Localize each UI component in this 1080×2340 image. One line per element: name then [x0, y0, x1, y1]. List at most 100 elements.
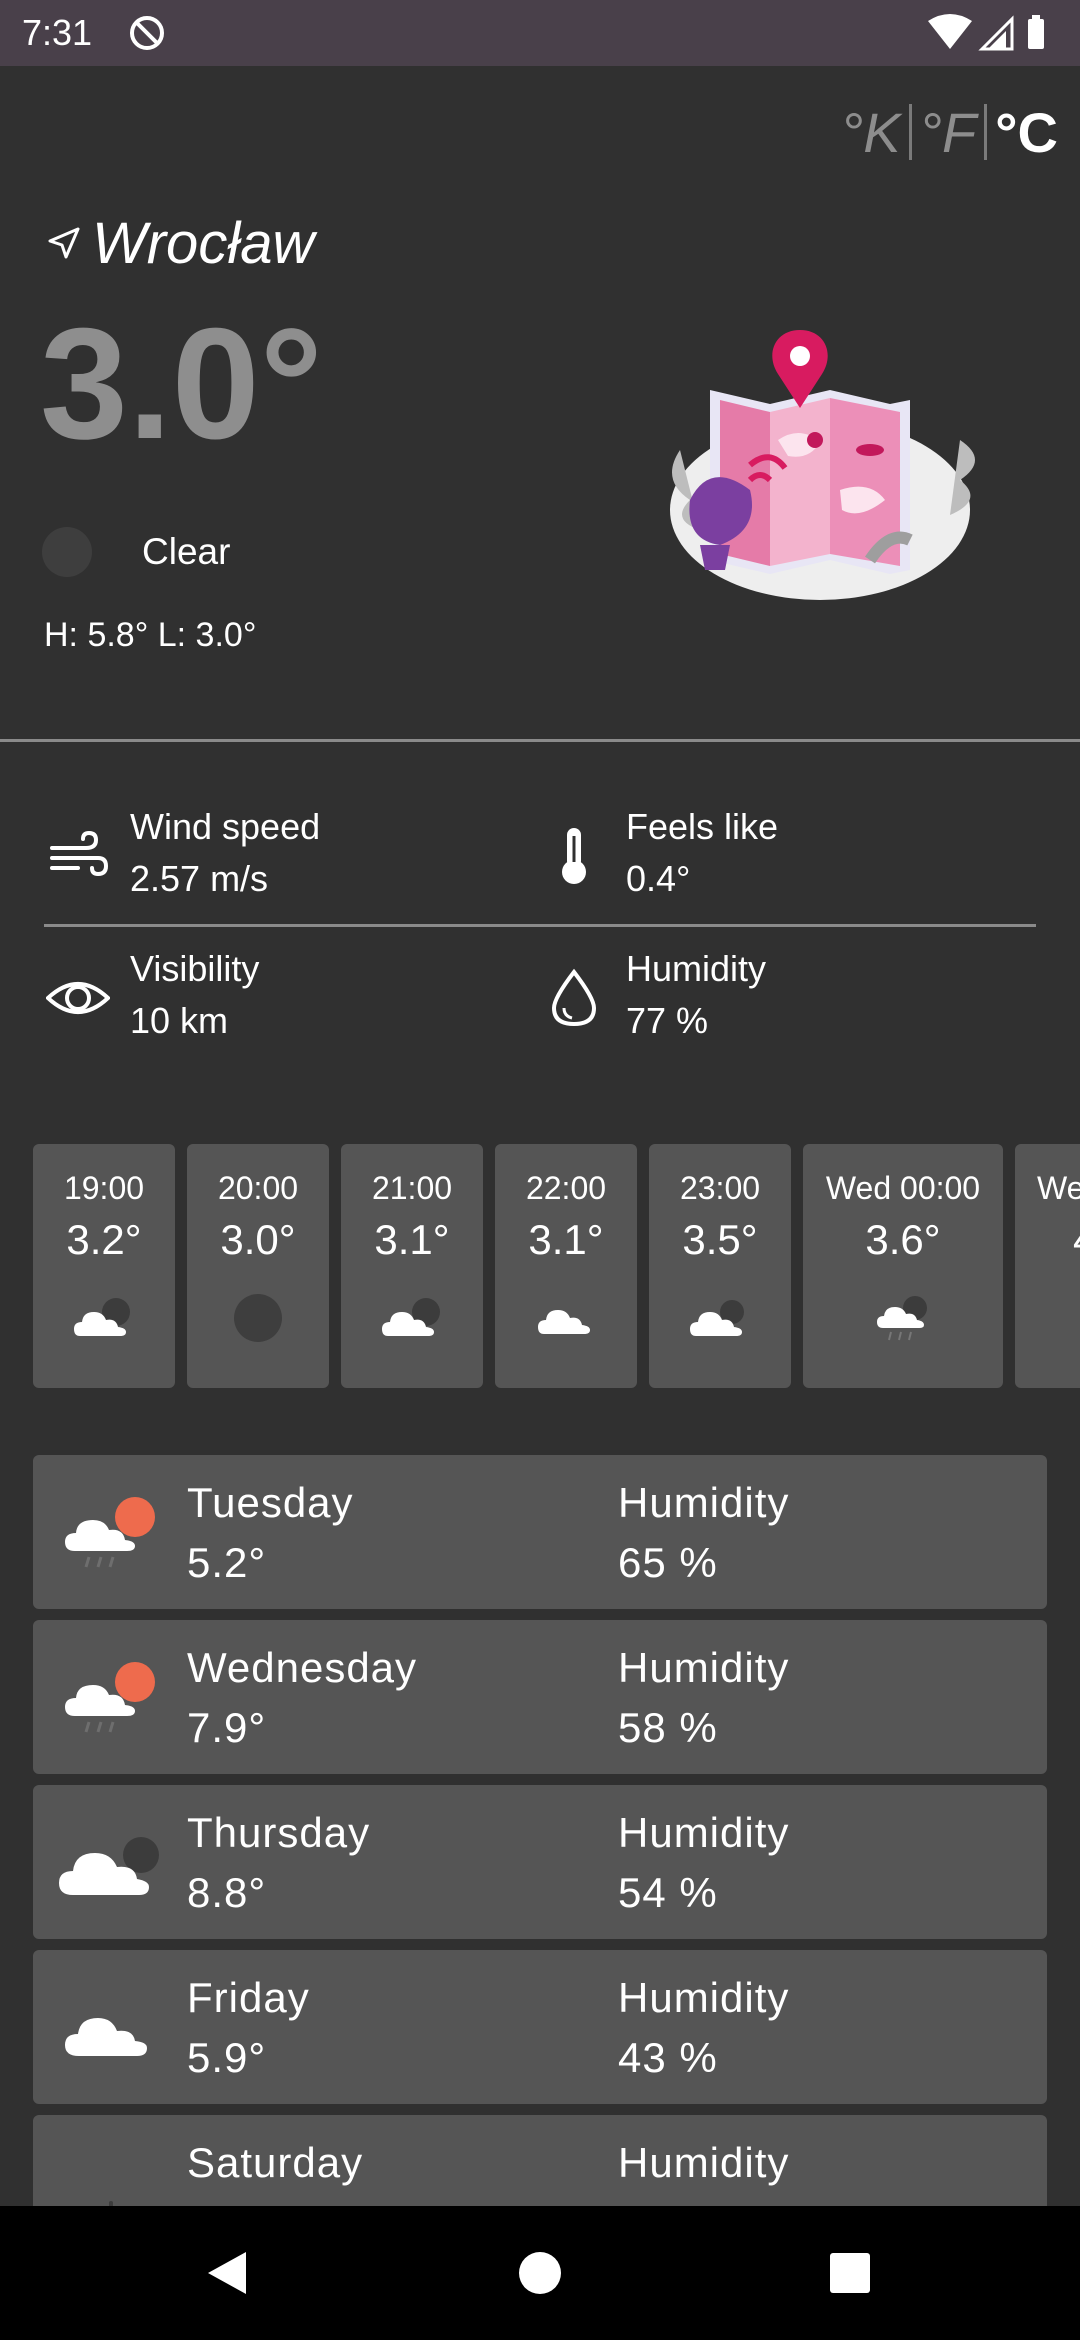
day-humidity-label: Humidity	[618, 1809, 790, 1856]
day-temp: 8.8°	[187, 1869, 267, 1916]
hour-temp: 3.1°	[528, 1216, 604, 1263]
hourly-card[interactable]: We 4	[1015, 1144, 1080, 1388]
cloud-icon	[65, 2018, 147, 2056]
feels-like-label: Feels like	[626, 806, 779, 847]
hour-time: 23:00	[679, 1170, 761, 1206]
do-not-disturb-icon	[130, 16, 164, 50]
hour-temp: 3.0°	[220, 1216, 296, 1263]
hour-temp: 3.6°	[865, 1216, 941, 1263]
rain-cloud-icon	[877, 1296, 927, 1341]
hour-temp: 3.1°	[374, 1216, 450, 1263]
home-button[interactable]	[473, 2206, 607, 2340]
hourly-card[interactable]: 20:00 3.0°	[187, 1144, 329, 1388]
location-row[interactable]: Wrocław	[46, 208, 314, 278]
hourly-card[interactable]: 23:00 3.5°	[649, 1144, 791, 1388]
unit-kelvin-button[interactable]: °K	[841, 100, 901, 165]
daily-row[interactable]: Tuesday 5.2° Humidity 65 %	[33, 1455, 1047, 1609]
cloud-icon	[690, 1300, 744, 1336]
unit-celsius-button[interactable]: °C	[995, 100, 1058, 165]
day-humidity-value: 65 %	[618, 1539, 718, 1586]
hour-time: 22:00	[525, 1170, 607, 1206]
droplet-icon	[551, 968, 597, 1027]
day-humidity-value: 58 %	[618, 1704, 718, 1751]
day-humidity-value: 43 %	[618, 2034, 718, 2081]
hourly-card[interactable]: 19:00 3.2°	[33, 1144, 175, 1388]
hourly-card[interactable]: 21:00 3.1°	[341, 1144, 483, 1388]
wind-icon	[50, 830, 109, 877]
visibility-label: Visibility	[130, 948, 260, 989]
day-name: Saturday	[187, 2139, 364, 2186]
navigation-bar	[0, 2206, 1080, 2340]
section-divider	[0, 739, 1080, 742]
unit-divider	[984, 104, 988, 160]
hour-time: 20:00	[217, 1170, 299, 1206]
hour-time: Wed 00:00	[825, 1170, 981, 1206]
humidity-value: 77 %	[626, 1000, 709, 1041]
day-humidity-label: Humidity	[618, 1644, 790, 1691]
hour-time: 21:00	[371, 1170, 453, 1206]
humidity-stat: Humidity 77 %	[542, 948, 1022, 1048]
status-bar: 7:31	[0, 0, 1080, 66]
city-name: Wrocław	[92, 210, 315, 276]
condition-text: Clear	[142, 531, 231, 572]
feels-like-value: 0.4°	[626, 858, 691, 899]
day-temp: 5.2°	[187, 1539, 267, 1586]
day-humidity-label: Humidity	[618, 1974, 790, 2021]
status-icons	[928, 14, 1044, 51]
day-humidity-value: 54 %	[618, 1869, 718, 1916]
condition-row: Clear	[42, 525, 230, 579]
eye-icon	[46, 982, 110, 1014]
home-icon	[519, 2252, 561, 2294]
recents-icon	[830, 2253, 870, 2293]
hour-time: 19:00	[63, 1170, 145, 1206]
status-time: 7:31	[22, 12, 93, 53]
thermometer-icon	[562, 828, 586, 884]
hour-temp: 4	[1073, 1216, 1080, 1264]
sun-rain-cloud-icon	[65, 1497, 155, 1568]
daily-row[interactable]: Thursday 8.8° Humidity 54 %	[33, 1785, 1047, 1939]
daily-row[interactable]: Friday 5.9° Humidity 43 %	[33, 1950, 1047, 2104]
day-name: Tuesday	[187, 1479, 354, 1526]
hourly-card[interactable]: Wed 00:00 3.6°	[803, 1144, 1003, 1388]
back-button[interactable]	[158, 2206, 292, 2340]
details-divider	[44, 924, 1036, 927]
high-low: H: 5.8° L: 3.0°	[44, 616, 257, 654]
day-name: Friday	[187, 1974, 310, 2021]
visibility-stat: Visibility 10 km	[46, 948, 506, 1048]
back-icon	[208, 2252, 246, 2294]
map-illustration	[670, 330, 975, 600]
day-name: Thursday	[187, 1809, 371, 1856]
cloud-icon	[59, 1837, 159, 1895]
hour-time: We	[1037, 1170, 1080, 1206]
unit-selector: °K °F °C	[841, 100, 1058, 164]
location-arrow-icon	[48, 227, 80, 259]
hour-temp: 3.5°	[682, 1216, 758, 1263]
current-temperature: 3.0°	[40, 296, 323, 472]
wifi-icon	[928, 14, 972, 49]
hourly-card[interactable]: 22:00 3.1°	[495, 1144, 637, 1388]
cloud-icon	[538, 1310, 590, 1334]
humidity-label: Humidity	[626, 948, 767, 989]
clear-night-icon	[234, 1294, 282, 1342]
cloud-icon	[382, 1298, 440, 1336]
day-humidity-label: Humidity	[618, 1479, 790, 1526]
wind-speed-stat: Wind speed 2.57 m/s	[46, 806, 506, 906]
hourly-forecast[interactable]: 19:00 3.2° 20:00 3.0° 21:00 3.1° 22:00 3…	[33, 1144, 1080, 1388]
sun-rain-cloud-icon	[65, 1662, 155, 1733]
wind-speed-value: 2.57 m/s	[130, 858, 269, 899]
cloud-icon	[74, 1298, 130, 1336]
day-name: Wednesday	[187, 1644, 418, 1691]
day-humidity-label: Humidity	[618, 2139, 790, 2186]
hour-temp: 3.2°	[66, 1216, 142, 1263]
wind-speed-label: Wind speed	[130, 806, 321, 847]
recents-button[interactable]	[783, 2206, 917, 2340]
unit-fahrenheit-button[interactable]: °F	[920, 100, 977, 165]
day-temp: 7.9°	[187, 1704, 267, 1751]
battery-icon	[1028, 19, 1044, 49]
unit-divider	[908, 104, 912, 160]
visibility-value: 10 km	[130, 1000, 229, 1041]
feels-like-stat: Feels like 0.4°	[542, 806, 1022, 906]
daily-row[interactable]: Wednesday 7.9° Humidity 58 %	[33, 1620, 1047, 1774]
day-temp: 5.9°	[187, 2034, 267, 2081]
clear-night-icon	[42, 527, 92, 577]
